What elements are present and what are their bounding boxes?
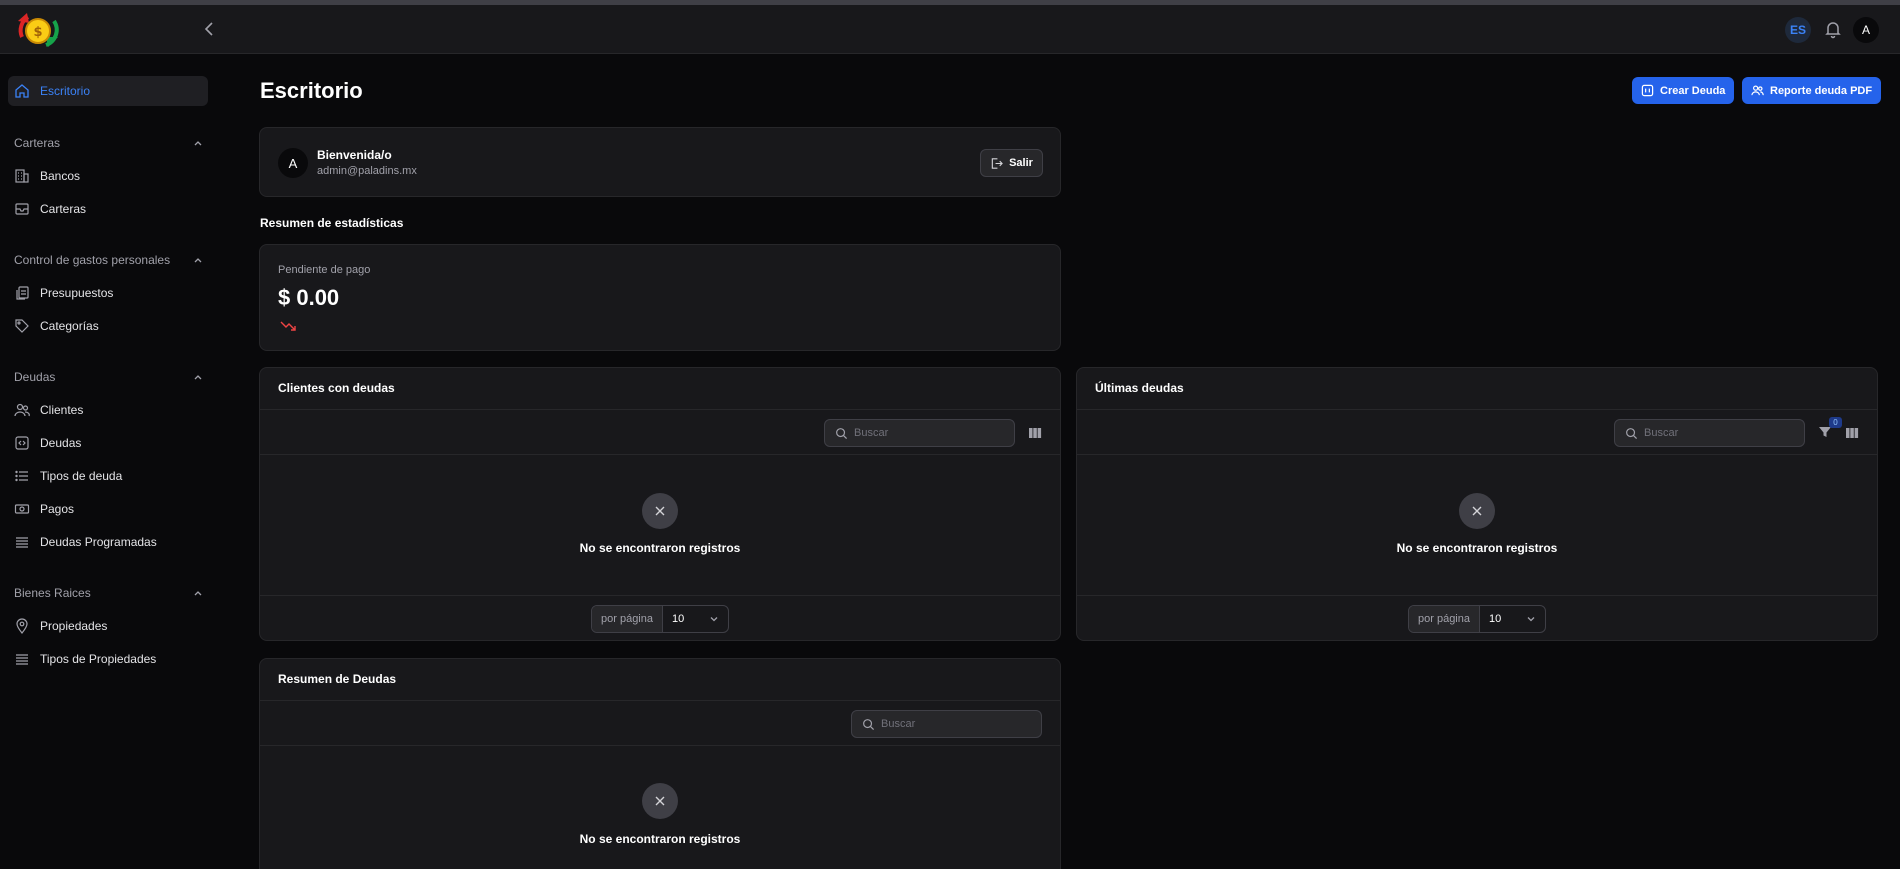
sidebar-group-control-gastos[interactable]: Control de gastos personales — [14, 251, 204, 269]
trend-down-icon — [280, 321, 296, 331]
latest-debts-table: Últimas deudas 0 No se encontraron regis… — [1076, 367, 1878, 641]
table-header: Resumen de Deudas — [260, 659, 1060, 701]
map-pin-icon — [16, 618, 28, 634]
close-icon — [642, 493, 678, 529]
sidebar-item-carteras[interactable]: Carteras — [8, 194, 208, 224]
sidebar-item-tipos-propiedades[interactable]: Tipos de Propiedades — [8, 644, 208, 674]
building-icon — [15, 169, 29, 183]
collapse-sidebar-icon[interactable] — [200, 19, 220, 39]
empty-state-text: No se encontraron registros — [579, 541, 741, 555]
filter-count-badge: 0 — [1829, 417, 1842, 428]
close-icon — [642, 783, 678, 819]
columns-icon[interactable] — [1028, 426, 1042, 440]
search-field[interactable] — [1614, 419, 1805, 447]
list-icon — [15, 470, 28, 482]
chevron-down-icon — [710, 617, 718, 622]
app-logo[interactable]: $ — [14, 9, 62, 51]
language-badge[interactable]: ES — [1785, 17, 1811, 43]
sidebar-item-presupuestos[interactable]: Presupuestos — [8, 278, 208, 308]
code-square-icon — [15, 436, 29, 450]
table-header: Últimas deudas — [1077, 368, 1877, 410]
user-avatar[interactable]: A — [1853, 17, 1879, 43]
search-input[interactable] — [1644, 427, 1794, 439]
sidebar-item-tipos-deuda[interactable]: Tipos de deuda — [8, 461, 208, 491]
banknote-icon — [14, 504, 30, 514]
search-icon — [836, 427, 848, 439]
table-toolbar — [260, 701, 1060, 746]
users-icon — [14, 403, 30, 417]
sidebar-item-deudas[interactable]: Deudas — [8, 428, 208, 458]
clients-with-debts-table: Clientes con deudas No se encontraron re… — [259, 367, 1061, 641]
empty-state-text: No se encontraron registros — [1396, 541, 1558, 555]
chevron-up-icon — [194, 591, 202, 596]
search-input[interactable] — [881, 718, 1031, 730]
pdf-report-button[interactable]: Reporte deuda PDF — [1742, 77, 1882, 104]
per-page-select[interactable]: 10 — [663, 606, 728, 632]
logout-icon — [991, 157, 1003, 169]
close-icon — [1459, 493, 1495, 529]
sidebar-item-categorias[interactable]: Categorías — [8, 311, 208, 341]
search-field[interactable] — [824, 419, 1015, 447]
search-icon — [1626, 427, 1638, 439]
table-footer: por página 10 — [260, 595, 1060, 640]
create-icon — [1641, 84, 1654, 97]
sidebar-item-propiedades[interactable]: Propiedades — [8, 611, 208, 641]
welcome-title: Bienvenida/o — [317, 148, 392, 162]
users-icon — [1751, 85, 1764, 96]
page-title: Escritorio — [260, 78, 363, 103]
chevron-up-icon — [194, 258, 202, 263]
per-page-selector[interactable]: por página 10 — [591, 605, 729, 633]
sidebar-item-label: Escritorio — [40, 84, 91, 98]
pending-label: Pendiente de pago — [278, 264, 371, 276]
chevron-up-icon — [194, 141, 202, 146]
per-page-select[interactable]: 10 — [1480, 606, 1545, 632]
welcome-card: A Bienvenida/o admin@paladins.mx Salir — [259, 127, 1061, 197]
per-page-selector[interactable]: por página 10 — [1408, 605, 1546, 633]
debts-summary-table: Resumen de Deudas No se encontraron regi… — [259, 658, 1061, 869]
bell-icon[interactable] — [1823, 19, 1843, 39]
stats-section-title: Resumen de estadísticas — [260, 216, 404, 230]
pending-payment-card: Pendiente de pago $ 0.00 — [259, 244, 1061, 351]
sidebar-item-clientes[interactable]: Clientes — [8, 395, 208, 425]
create-debt-button[interactable]: Crear Deuda — [1632, 77, 1735, 104]
table-header: Clientes con deudas — [260, 368, 1060, 410]
search-field[interactable] — [851, 710, 1042, 738]
columns-icon[interactable] — [1845, 426, 1859, 440]
pending-value: $ 0.00 — [278, 285, 340, 310]
avatar: A — [278, 148, 308, 178]
table-toolbar: 0 — [1077, 410, 1877, 455]
sidebar-item-pagos[interactable]: Pagos — [8, 494, 208, 524]
sidebar: Escritorio Carteras Bancos Carteras Cont… — [0, 55, 216, 869]
search-input[interactable] — [854, 427, 1004, 439]
chevron-down-icon — [1527, 617, 1535, 622]
sidebar-item-bancos[interactable]: Bancos — [8, 161, 208, 191]
logout-button[interactable]: Salir — [980, 149, 1043, 177]
empty-state-text: No se encontraron registros — [579, 832, 741, 846]
stack-icon — [16, 654, 28, 665]
inbox-icon — [15, 203, 29, 215]
search-icon — [863, 718, 875, 730]
stack-icon — [16, 537, 28, 548]
sidebar-group-deudas[interactable]: Deudas — [14, 368, 204, 386]
sidebar-group-carteras[interactable]: Carteras — [14, 134, 204, 152]
sidebar-group-bienes-raices[interactable]: Bienes Raices — [14, 584, 204, 602]
tag-icon — [15, 319, 29, 333]
table-footer: por página 10 — [1077, 595, 1877, 640]
sidebar-item-escritorio[interactable]: Escritorio — [8, 76, 208, 106]
svg-text:$: $ — [33, 25, 42, 40]
home-icon — [15, 84, 29, 98]
chevron-up-icon — [194, 375, 202, 380]
table-toolbar — [260, 410, 1060, 455]
sidebar-item-deudas-programadas[interactable]: Deudas Programadas — [8, 527, 208, 557]
top-bar: $ ES A — [0, 5, 1900, 54]
documents-icon — [16, 286, 29, 300]
user-email: admin@paladins.mx — [317, 165, 417, 177]
